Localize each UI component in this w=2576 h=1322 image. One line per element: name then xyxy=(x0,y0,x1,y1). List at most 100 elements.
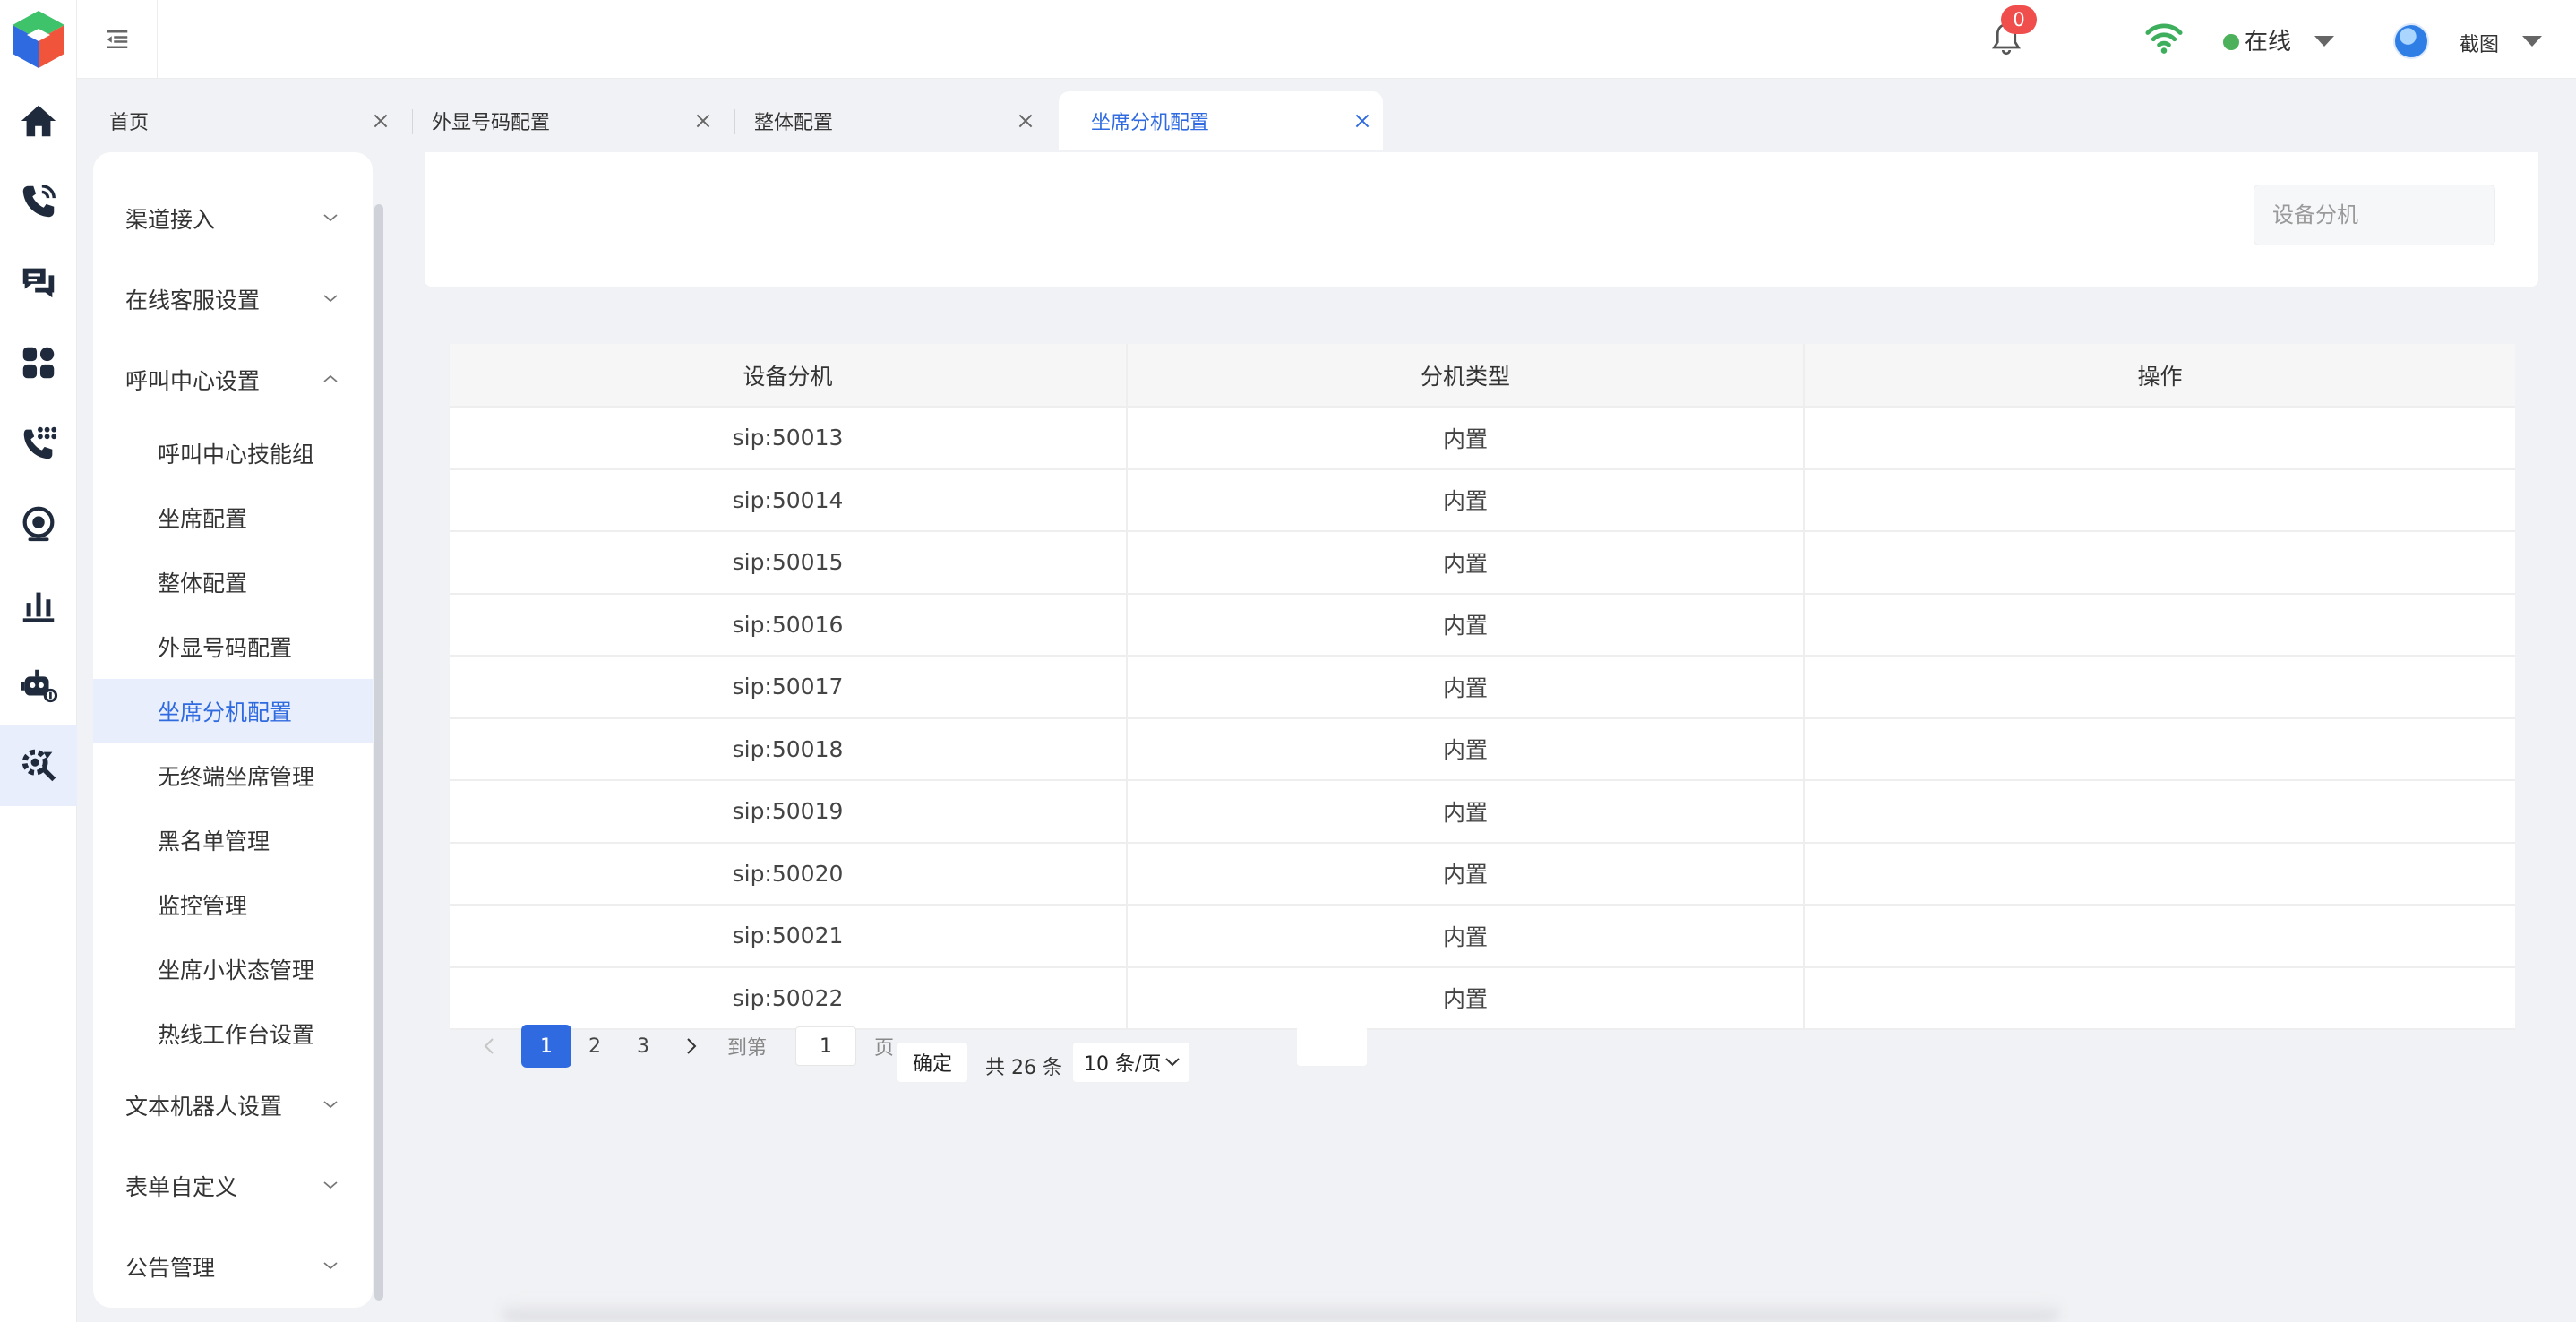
menu-group-custom-form[interactable]: 表单自定义 xyxy=(93,1154,373,1218)
nav-dialpad-icon[interactable] xyxy=(0,403,77,484)
tab-label: 整体配置 xyxy=(754,112,834,134)
table-row: sip:50015 内置 xyxy=(450,531,2515,595)
cell-actions xyxy=(1804,407,2515,470)
spacer xyxy=(1297,1026,1367,1066)
menu-item-label: 坐席小状态管理 xyxy=(158,957,315,983)
cell-actions xyxy=(1804,842,2515,906)
table-row: sip:50017 内置 xyxy=(450,656,2515,719)
cell-extension: sip:50015 xyxy=(450,531,1128,595)
tab-home[interactable]: 首页 xyxy=(77,91,401,150)
left-nav-rail xyxy=(0,0,77,1322)
main-content: 设备分机 分机类型 操作 sip:50013内置 sip:50014内置 sip… xyxy=(399,152,2563,1308)
tab-close-icon[interactable] xyxy=(1016,111,1035,131)
column-header-extension: 设备分机 xyxy=(450,344,1128,408)
table-row: sip:50019 内置 xyxy=(450,780,2515,844)
filter-panel xyxy=(425,152,2538,287)
cell-actions xyxy=(1804,593,2515,657)
menu-group-label: 文本机器人设置 xyxy=(125,1094,283,1120)
menu-item-display-number-config[interactable]: 外显号码配置 xyxy=(93,614,373,679)
network-wifi-icon xyxy=(2144,20,2184,56)
menu-item-label: 监控管理 xyxy=(158,893,248,919)
prev-page-icon[interactable] xyxy=(471,1025,507,1068)
page-size-select[interactable]: 10 条/页 xyxy=(1073,1043,1189,1082)
page-button-1[interactable]: 1 xyxy=(521,1025,571,1068)
page-button-2[interactable]: 2 xyxy=(570,1025,620,1068)
menu-group-online-service[interactable]: 在线客服设置 xyxy=(93,267,373,331)
menu-item-label: 坐席配置 xyxy=(158,506,248,532)
page-size-label: 10 条/页 xyxy=(1084,1053,1162,1076)
cell-type: 内置 xyxy=(1127,531,1805,595)
cell-extension: sip:50014 xyxy=(450,468,1128,532)
tab-display-number-config[interactable]: 外显号码配置 xyxy=(399,91,724,150)
nav-monitor-icon[interactable] xyxy=(0,484,77,564)
cell-extension: sip:50018 xyxy=(450,717,1128,781)
menu-item-agent-substatus[interactable]: 坐席小状态管理 xyxy=(93,937,373,1001)
menu-item-agent-extension-config[interactable]: 坐席分机配置 xyxy=(93,679,373,743)
user-dropdown-caret-icon[interactable] xyxy=(2522,36,2542,47)
tab-close-icon[interactable] xyxy=(693,111,713,131)
menu-group-channel-access[interactable]: 渠道接入 xyxy=(93,186,373,251)
cell-actions xyxy=(1804,905,2515,968)
cell-type: 内置 xyxy=(1127,842,1805,906)
menu-item-label: 无终端坐席管理 xyxy=(158,764,315,790)
next-page-icon[interactable] xyxy=(674,1025,709,1068)
settings-side-menu: 渠道接入 在线客服设置 呼叫中心设置 呼叫中心技能组 坐席配置 整体配置 外显号… xyxy=(93,152,373,1308)
nav-robot-icon[interactable] xyxy=(0,645,77,725)
menu-item-blacklist[interactable]: 黑名单管理 xyxy=(93,808,373,872)
chevron-up-icon xyxy=(323,374,338,382)
menu-group-announcement[interactable]: 公告管理 xyxy=(93,1234,373,1299)
tab-close-icon[interactable] xyxy=(371,111,391,131)
online-status-label[interactable]: 在线 xyxy=(2245,23,2291,56)
cell-type: 内置 xyxy=(1127,905,1805,968)
menu-group-text-robot[interactable]: 文本机器人设置 xyxy=(93,1073,373,1137)
nav-statistics-icon[interactable] xyxy=(0,564,77,645)
cell-type: 内置 xyxy=(1127,717,1805,781)
nav-home-icon[interactable] xyxy=(0,81,77,161)
cell-actions xyxy=(1804,966,2515,1030)
menu-item-label: 外显号码配置 xyxy=(158,635,293,661)
menu-item-agent-config[interactable]: 坐席配置 xyxy=(93,485,373,550)
goto-confirm-button[interactable]: 确定 xyxy=(897,1043,967,1082)
chevron-down-icon xyxy=(1165,1058,1180,1067)
table-row: sip:50014 内置 xyxy=(450,468,2515,532)
nav-settings-tools-icon[interactable] xyxy=(0,725,77,806)
menu-collapse-icon[interactable] xyxy=(77,0,158,79)
user-avatar[interactable] xyxy=(2393,23,2429,59)
app-logo-icon xyxy=(7,7,70,72)
cell-extension: sip:50021 xyxy=(450,905,1128,968)
cell-actions xyxy=(1804,468,2515,532)
menu-group-label: 公告管理 xyxy=(125,1255,216,1281)
menu-item-overall-config[interactable]: 整体配置 xyxy=(93,550,373,614)
menu-scrollbar[interactable] xyxy=(374,204,383,1301)
cell-extension: sip:50022 xyxy=(450,966,1128,1030)
table-row: sip:50013 内置 xyxy=(450,407,2515,470)
chevron-down-icon xyxy=(323,295,338,303)
table-row: sip:50016 内置 xyxy=(450,593,2515,657)
column-header-actions: 操作 xyxy=(1804,344,2515,408)
page-button-3[interactable]: 3 xyxy=(618,1025,668,1068)
menu-item-label: 热线工作台设置 xyxy=(158,1022,315,1048)
menu-item-label: 整体配置 xyxy=(158,571,248,597)
menu-item-no-terminal-agent[interactable]: 无终端坐席管理 xyxy=(93,743,373,808)
table-row: sip:50020 内置 xyxy=(450,842,2515,906)
tab-agent-extension-config[interactable]: 坐席分机配置 xyxy=(1059,91,1383,150)
menu-item-monitoring[interactable]: 监控管理 xyxy=(93,872,373,937)
chevron-down-icon xyxy=(323,1181,338,1189)
status-dropdown-caret-icon[interactable] xyxy=(2314,36,2334,47)
nav-chat-icon[interactable] xyxy=(0,242,77,322)
notification-count-badge: 0 xyxy=(2001,5,2037,34)
tab-overall-config[interactable]: 整体配置 xyxy=(722,91,1046,150)
goto-page-input[interactable] xyxy=(795,1026,856,1066)
user-name-label[interactable]: 截图 xyxy=(2460,29,2499,57)
nav-phone-call-icon[interactable] xyxy=(0,161,77,242)
column-header-type: 分机类型 xyxy=(1127,344,1805,408)
tab-close-icon[interactable] xyxy=(1352,111,1372,131)
top-header xyxy=(77,0,2576,79)
menu-group-call-center[interactable]: 呼叫中心设置 xyxy=(93,348,373,412)
menu-item-skill-group[interactable]: 呼叫中心技能组 xyxy=(93,421,373,485)
nav-apps-icon[interactable] xyxy=(0,322,77,403)
menu-item-hotline-workbench[interactable]: 热线工作台设置 xyxy=(93,1001,373,1066)
total-count-label: 共 26 条 xyxy=(985,1057,1062,1079)
menu-group-label: 在线客服设置 xyxy=(125,288,261,313)
extension-search-input[interactable] xyxy=(2254,185,2495,245)
